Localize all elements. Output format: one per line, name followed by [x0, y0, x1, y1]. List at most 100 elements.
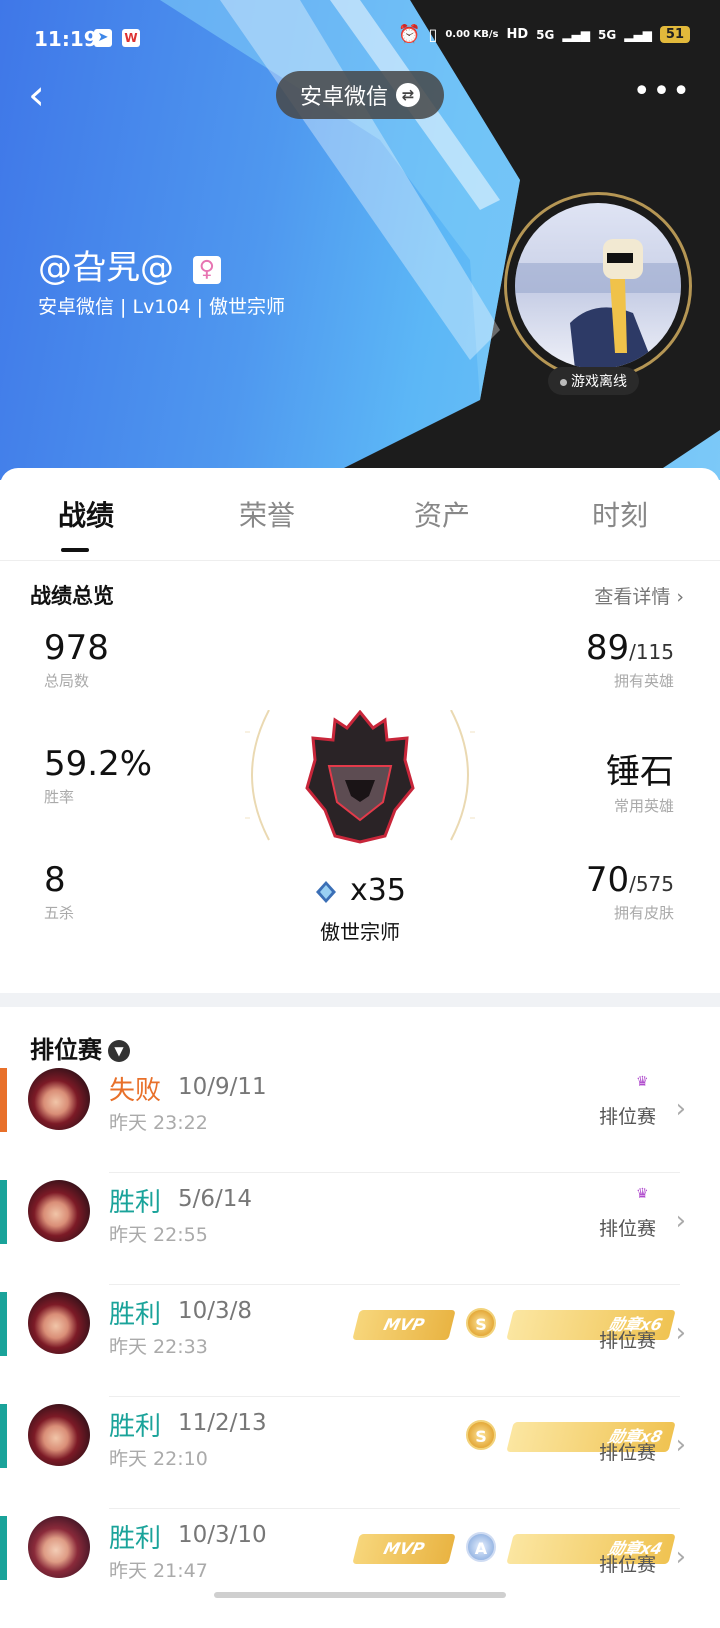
rank-mode-icon: ♛	[636, 1186, 649, 1202]
result-bar	[0, 1180, 7, 1244]
female-icon: ♀	[192, 255, 221, 284]
swap-icon: ⇄	[396, 83, 420, 107]
status-bar: 11:19 ➤ W ⏰ ▯ 0.00 KB/s HD 5G ▂▄▆ 5G ▂▄▆…	[0, 0, 720, 78]
match-result: 胜利	[109, 1188, 162, 1218]
match-kda: 5/6/14	[178, 1186, 253, 1212]
home-indicator[interactable]	[214, 1592, 506, 1598]
hero-avatar	[28, 1180, 90, 1242]
match-row[interactable]: 胜利 10/3/10 昨天 21:47 MVP A 勋章x4 排位赛 ›	[0, 1516, 720, 1628]
chevron-right-icon: ›	[675, 1206, 686, 1236]
hero-avatar	[28, 1516, 90, 1578]
match-result: 胜利	[109, 1412, 162, 1442]
stat-label: 胜率	[44, 788, 75, 806]
avatar-image	[515, 203, 681, 369]
status-dot	[560, 378, 567, 386]
match-mode: 排位赛	[598, 1330, 656, 1352]
back-icon[interactable]: ‹	[28, 74, 68, 116]
mvp-badge: MVP	[352, 1310, 456, 1340]
stat-value: 59.2%	[44, 744, 153, 784]
section-divider	[0, 993, 720, 1007]
tab-bar: 战绩 荣誉 资产 时刻	[0, 468, 720, 561]
chevron-right-icon: ›	[676, 586, 684, 608]
offline-label: 游戏离线	[571, 374, 627, 390]
tab-honor[interactable]: 荣誉	[239, 494, 295, 534]
stat-heroes[interactable]: 89/115 拥有英雄	[586, 628, 674, 691]
chevron-right-icon: ›	[675, 1430, 686, 1460]
rank-stars-count: x35	[350, 873, 406, 908]
telegram-icon: ➤	[94, 29, 112, 47]
tab-moments[interactable]: 时刻	[592, 494, 648, 534]
vibrate-icon: ▯	[428, 25, 438, 44]
hd-icon: HD	[506, 27, 529, 42]
view-details-link[interactable]: 查看详情 ›	[594, 582, 684, 609]
stat-value: 89	[585, 628, 630, 668]
wps-icon: W	[122, 29, 140, 47]
match-result: 失败	[109, 1076, 162, 1106]
battery-icon: 51	[659, 26, 690, 43]
chevron-right-icon: ›	[675, 1542, 686, 1572]
row-separator	[109, 1284, 680, 1285]
stat-total: /115	[629, 640, 674, 664]
match-row[interactable]: 胜利 10/3/8 昨天 22:33 MVP S 勋章x6 排位赛 ›	[0, 1292, 720, 1404]
match-row[interactable]: 胜利 11/2/13 昨天 22:10 S 勋章x8 排位赛 ›	[0, 1404, 720, 1516]
stat-value: 70	[585, 860, 630, 900]
result-bar	[0, 1292, 7, 1356]
more-icon[interactable]: •••	[633, 74, 692, 109]
row-separator	[109, 1172, 680, 1173]
status-indicators: ⏰ ▯ 0.00 KB/s HD 5G ▂▄▆ 5G ▂▄▆ 51	[398, 24, 690, 45]
avatar-illustration	[515, 239, 681, 369]
signal-bars-icon: ▂▄▆	[562, 27, 591, 42]
profile-subinfo: 安卓微信 | Lv104 | 傲世宗师	[38, 296, 286, 318]
match-time: 昨天 21:47	[109, 1560, 208, 1582]
signal-1: 5G	[536, 27, 555, 42]
rank-emblem-icon	[145, 709, 575, 844]
account-switch-button[interactable]: 安卓微信 ⇄	[276, 71, 444, 119]
stat-common-hero[interactable]: 锤石 常用英雄	[606, 744, 674, 816]
view-details-label: 查看详情	[594, 586, 671, 608]
chevron-down-icon: ▼	[108, 1040, 130, 1062]
match-result: 胜利	[109, 1524, 162, 1554]
match-row[interactable]: 失败 10/9/11 昨天 23:22 ♛ 排位赛 ›	[0, 1068, 720, 1180]
match-filter-label: 排位赛	[30, 1036, 102, 1064]
status-time: 11:19	[34, 27, 98, 51]
stat-skins[interactable]: 70/575 拥有皮肤	[586, 860, 674, 923]
net-speed: 0.00 KB/s	[445, 28, 499, 40]
stat-value: 锤石	[606, 752, 674, 792]
grade-badge: S	[466, 1420, 496, 1450]
match-kda: 10/9/11	[178, 1074, 267, 1100]
match-mode: 排位赛	[598, 1442, 656, 1464]
rank-name: 傲世宗师	[320, 920, 400, 944]
match-time: 昨天 22:55	[109, 1224, 208, 1246]
tab-assets[interactable]: 资产	[414, 494, 470, 534]
chevron-right-icon: ›	[675, 1318, 686, 1348]
hero-avatar	[28, 1292, 90, 1354]
match-kda: 10/3/10	[178, 1522, 267, 1548]
match-kda: 10/3/8	[178, 1298, 253, 1324]
match-kda: 11/2/13	[178, 1410, 267, 1436]
row-separator	[109, 1396, 680, 1397]
alarm-icon: ⏰	[398, 24, 421, 45]
result-bar	[0, 1516, 7, 1580]
avatar[interactable]	[504, 192, 692, 380]
match-time: 昨天 22:33	[109, 1336, 208, 1358]
match-result: 胜利	[109, 1300, 162, 1330]
stat-label: 常用英雄	[613, 797, 674, 815]
result-bar	[0, 1404, 7, 1468]
active-tab-indicator	[61, 548, 89, 552]
stat-value: 8	[44, 860, 66, 900]
match-filter-dropdown[interactable]: 排位赛 ▼	[30, 1030, 130, 1065]
hero-avatar	[28, 1068, 90, 1130]
row-separator	[109, 1508, 680, 1509]
stat-label: 拥有英雄	[613, 672, 674, 690]
star-gem-icon	[316, 880, 336, 903]
grade-badge: S	[466, 1308, 496, 1338]
rank-emblem[interactable]	[145, 709, 575, 860]
stat-total: /575	[629, 872, 674, 896]
hero-avatar	[28, 1404, 90, 1466]
match-row[interactable]: 胜利 5/6/14 昨天 22:55 ♛ 排位赛 ›	[0, 1180, 720, 1292]
stat-total-games: 978 总局数	[44, 628, 109, 691]
tab-record[interactable]: 战绩	[58, 494, 114, 534]
rank-stars: x35	[316, 873, 406, 908]
stat-label: 总局数	[44, 672, 90, 690]
rank-mode-icon: ♛	[636, 1074, 649, 1090]
